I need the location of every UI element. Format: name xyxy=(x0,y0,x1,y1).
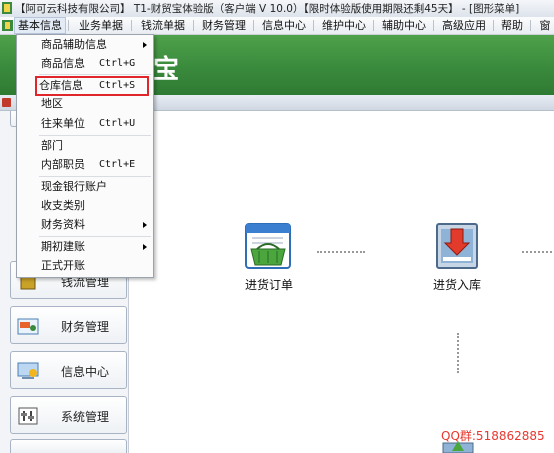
dd-item-label: 正式开账 xyxy=(41,259,85,272)
nav-item-finance[interactable]: 财务管理 xyxy=(10,306,127,344)
window-title: 【阿可云科技有限公司】 T1-财贸宝体验版（客户端 V 10.0）【限时体验版使… xyxy=(15,3,520,15)
submenu-arrow-icon xyxy=(143,42,147,48)
basic-info-dropdown: 商品辅助信息 商品信息 Ctrl+G 仓库信息 Ctrl+S 地区 往来单位 C… xyxy=(16,34,154,278)
brand-logo-text: 宝 xyxy=(153,55,181,85)
menu-basic-info[interactable]: 基本信息 xyxy=(14,17,66,34)
dd-item-shortcut: Ctrl+U xyxy=(99,118,136,129)
dd-item-staff[interactable]: 内部职员 Ctrl+E xyxy=(17,155,153,175)
purchase-receipt-icon xyxy=(436,223,478,269)
flow-node-label: 进货入库 xyxy=(432,278,481,292)
dd-item-label: 仓库信息 xyxy=(39,79,83,92)
dd-item-label: 财务资料 xyxy=(41,218,85,231)
flow-connector xyxy=(457,333,459,373)
dd-item-region[interactable]: 地区 xyxy=(17,94,153,114)
dd-item-shortcut: Ctrl+S xyxy=(99,80,136,91)
menu-info-center[interactable]: 信息中心 xyxy=(256,18,312,33)
menu-separator xyxy=(433,20,434,31)
watermark-qq: QQ群:518862885 xyxy=(441,429,545,443)
dd-item-partners[interactable]: 往来单位 Ctrl+U xyxy=(17,114,153,134)
dd-item-label: 现金银行账户 xyxy=(41,180,107,193)
nav-label: 财务管理 xyxy=(61,320,110,334)
dd-item-income-expense[interactable]: 收支类别 xyxy=(17,196,153,216)
menu-separator xyxy=(530,20,531,31)
dd-item-label: 期初建账 xyxy=(41,240,85,253)
menu-window[interactable]: 窗 xyxy=(536,18,554,33)
menu-separator xyxy=(373,20,374,31)
menu-separator xyxy=(493,20,494,31)
title-bar: 【阿可云科技有限公司】 T1-财贸宝体验版（客户端 V 10.0）【限时体验版使… xyxy=(0,0,554,17)
nav-item-system[interactable]: 系统管理 xyxy=(10,396,127,434)
flow-canvas: 进货订单 进货入库 xyxy=(129,111,554,453)
menu-separator xyxy=(68,20,69,31)
dd-item-cash-bank[interactable]: 现金银行账户 xyxy=(17,177,153,197)
menu-finance[interactable]: 财务管理 xyxy=(196,18,252,33)
menu-separator xyxy=(131,20,132,31)
menu-help[interactable]: 帮助 xyxy=(496,18,528,33)
menu-assist[interactable]: 辅助中心 xyxy=(376,18,432,33)
strip-icon xyxy=(2,98,11,107)
menu-maintenance[interactable]: 维护中心 xyxy=(316,18,372,33)
dd-item-opening-setup[interactable]: 期初建账 xyxy=(17,237,153,257)
menu-separator xyxy=(193,20,194,31)
nav-item-info-center[interactable]: 信息中心 xyxy=(10,351,127,389)
nav-label: 系统管理 xyxy=(61,410,110,424)
dd-item-label: 部门 xyxy=(41,139,63,152)
purchase-order-icon xyxy=(245,223,291,269)
dd-item-label: 商品信息 xyxy=(41,57,85,70)
flow-node-purchase-order[interactable]: 进货订单 xyxy=(237,221,301,293)
menu-bar: 基本信息 业务单据 钱流单据 财务管理 信息中心 维护中心 辅助中心 高级应用 … xyxy=(0,17,554,35)
dd-item-label: 收支类别 xyxy=(41,199,85,212)
finance-icon xyxy=(17,318,39,335)
dd-item-shortcut: Ctrl+G xyxy=(99,58,136,69)
nav-placeholder-bottom xyxy=(10,439,127,453)
submenu-arrow-icon xyxy=(143,222,147,228)
dd-item-product-aux[interactable]: 商品辅助信息 xyxy=(17,35,153,55)
nav-label: 信息中心 xyxy=(61,365,110,379)
dd-item-finance-data[interactable]: 财务资料 xyxy=(17,215,153,235)
dd-item-label: 地区 xyxy=(41,97,63,110)
dd-item-warehouse-info[interactable]: 仓库信息 Ctrl+S xyxy=(35,76,149,96)
dd-item-shortcut: Ctrl+E xyxy=(99,159,136,170)
menu-advanced[interactable]: 高级应用 xyxy=(436,18,492,33)
flow-node-purchase-receipt[interactable]: 进货入库 xyxy=(419,221,495,293)
dd-item-label: 商品辅助信息 xyxy=(41,38,107,51)
menu-separator xyxy=(253,20,254,31)
flow-node-label: 进货订单 xyxy=(244,278,293,292)
app-icon xyxy=(2,2,12,14)
system-settings-icon xyxy=(18,407,38,425)
menu-business-docs[interactable]: 业务单据 xyxy=(72,18,130,33)
flow-connector xyxy=(317,251,365,253)
dd-separator xyxy=(39,74,151,75)
dd-item-department[interactable]: 部门 xyxy=(17,136,153,156)
dd-item-product-info[interactable]: 商品信息 Ctrl+G xyxy=(17,54,153,74)
flow-connector xyxy=(522,251,552,253)
menu-app-icon xyxy=(2,20,13,31)
dd-item-label: 内部职员 xyxy=(41,158,85,171)
menu-cashflow-docs[interactable]: 钱流单据 xyxy=(134,18,192,33)
dd-item-label: 往来单位 xyxy=(41,117,85,130)
menu-separator xyxy=(313,20,314,31)
submenu-arrow-icon xyxy=(143,244,147,250)
dd-item-formal-open[interactable]: 正式开账 xyxy=(17,256,153,276)
info-center-icon xyxy=(17,362,39,379)
